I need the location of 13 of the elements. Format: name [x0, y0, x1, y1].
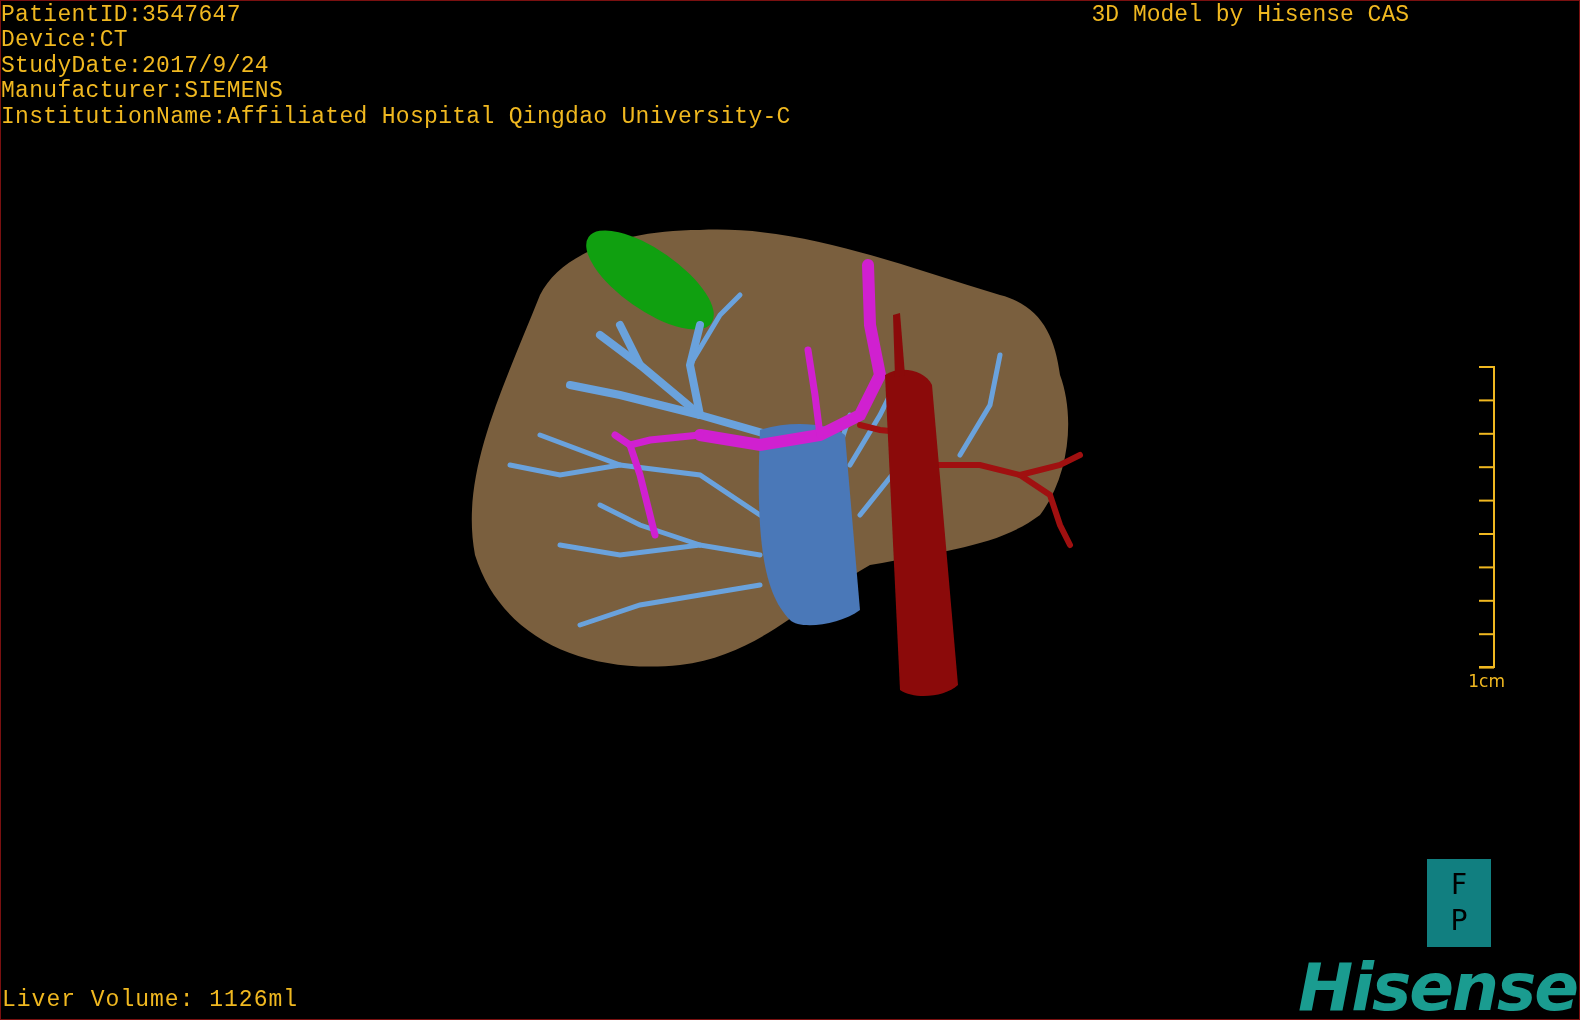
- patient-info-text: Device:CT: [1, 28, 129, 54]
- liver-volume-text: Liver Volume: 1126ml: [1, 987, 299, 1015]
- scale-bar-icon: [1477, 365, 1497, 670]
- scale-label: 1cm: [1468, 671, 1505, 692]
- patient-info-text: StudyDate:2017/9/24: [1, 53, 270, 79]
- orientation-letter: P: [1450, 905, 1468, 937]
- orientation-letter: F: [1450, 869, 1468, 901]
- brand-logo: Hisense: [1298, 957, 1578, 1019]
- patient-info-text: InstitutionName:Affiliated Hospital Qingdao University-C: [1, 104, 791, 131]
- patient-info-text: Manufacturer:SIEMENS: [1, 79, 285, 105]
- orientation-marker[interactable]: F P: [1427, 859, 1491, 947]
- viewer-title: 3D Model by Hisense CAS: [1091, 3, 1409, 28]
- patient-info-text: PatientID:3547647: [1, 3, 242, 28]
